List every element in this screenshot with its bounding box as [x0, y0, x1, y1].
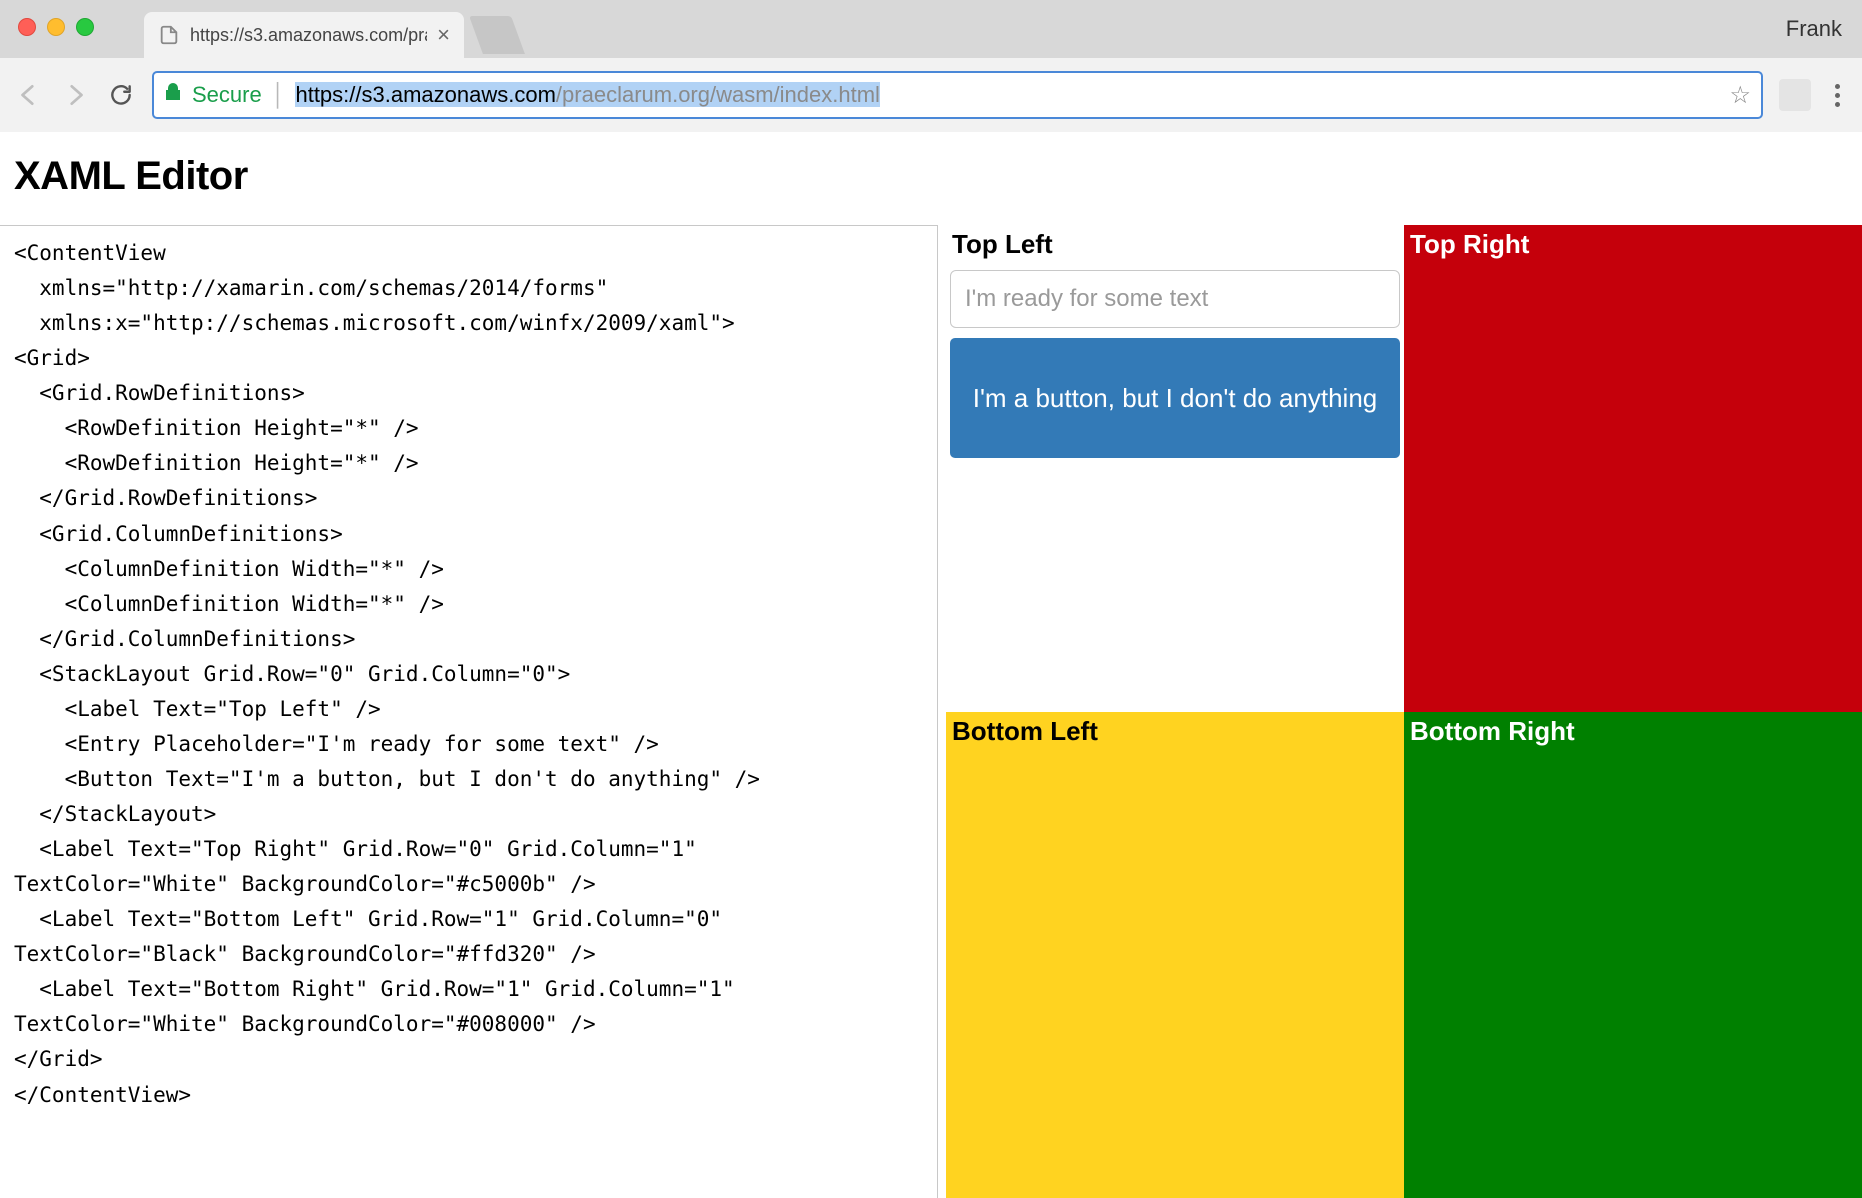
reload-button[interactable]	[106, 80, 136, 110]
browser-chrome: https://s3.amazonaws.com/pra × Frank Sec…	[0, 0, 1862, 132]
entry-input[interactable]	[950, 270, 1400, 328]
window-minimize-button[interactable]	[47, 18, 65, 36]
label-top-left: Top Left	[946, 225, 1404, 270]
page-favicon-icon	[158, 24, 180, 46]
window-controls	[18, 18, 94, 36]
url-path: /praeclarum.org/wasm/index.html	[556, 82, 880, 107]
cell-top-right: Top Right	[1404, 225, 1862, 712]
demo-button[interactable]: I'm a button, but I don't do anything	[950, 338, 1400, 458]
workspace: <ContentView xmlns="http://xamarin.com/s…	[0, 225, 1862, 1198]
nav-back-button[interactable]	[14, 80, 44, 110]
bookmark-star-icon[interactable]: ☆	[1729, 81, 1751, 110]
window-zoom-button[interactable]	[76, 18, 94, 36]
new-tab-button[interactable]	[469, 16, 525, 54]
chrome-menu-button[interactable]	[1827, 80, 1848, 111]
label-top-right: Top Right	[1404, 225, 1862, 270]
url-host: https://s3.amazonaws.com	[295, 82, 555, 107]
preview-grid: Top Left I'm a button, but I don't do an…	[946, 225, 1862, 1198]
browser-tab[interactable]: https://s3.amazonaws.com/pra ×	[144, 12, 464, 58]
cell-bottom-right: Bottom Right	[1404, 712, 1862, 1198]
tab-close-button[interactable]: ×	[437, 24, 450, 46]
omnibox-divider: │	[272, 82, 286, 108]
label-bottom-right: Bottom Right	[1404, 712, 1862, 757]
window-close-button[interactable]	[18, 18, 36, 36]
address-bar[interactable]: Secure │ https://s3.amazonaws.com/praecl…	[152, 71, 1763, 119]
label-bottom-left: Bottom Left	[946, 712, 1404, 757]
url-text: https://s3.amazonaws.com/praeclarum.org/…	[295, 82, 879, 108]
browser-toolbar: Secure │ https://s3.amazonaws.com/praecl…	[0, 58, 1862, 132]
profile-name[interactable]: Frank	[1786, 16, 1842, 42]
extension-button[interactable]	[1779, 79, 1811, 111]
cell-bottom-left: Bottom Left	[946, 712, 1404, 1198]
tab-strip: https://s3.amazonaws.com/pra × Frank	[0, 0, 1862, 58]
browser-tab-title: https://s3.amazonaws.com/pra	[190, 25, 427, 46]
xaml-editor[interactable]: <ContentView xmlns="http://xamarin.com/s…	[0, 225, 938, 1198]
secure-label: Secure	[192, 82, 262, 108]
lock-icon	[164, 82, 182, 108]
cell-top-left: Top Left I'm a button, but I don't do an…	[946, 225, 1404, 712]
page-title: XAML Editor	[0, 132, 1862, 225]
nav-forward-button[interactable]	[60, 80, 90, 110]
page-content: XAML Editor <ContentView xmlns="http://x…	[0, 132, 1862, 1198]
